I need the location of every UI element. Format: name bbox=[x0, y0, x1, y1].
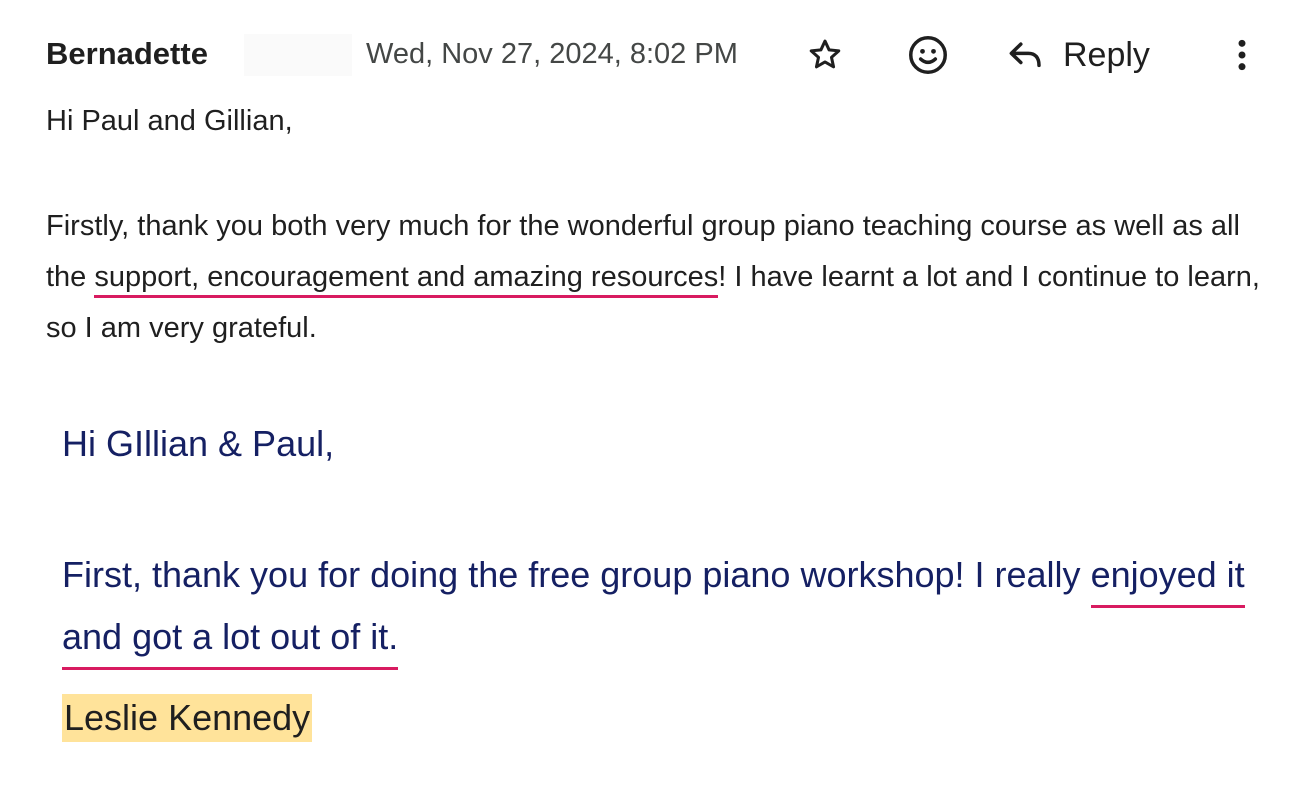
star-icon bbox=[809, 39, 841, 69]
quoted-text-start: First, thank you for doing the free grou… bbox=[62, 554, 1081, 595]
star-button[interactable] bbox=[800, 30, 850, 80]
email-paragraph: Firstly, thank you both very much for th… bbox=[46, 201, 1286, 354]
quoted-paragraph: First, thank you for doing the free grou… bbox=[62, 544, 1292, 670]
reply-label: Reply bbox=[1063, 35, 1150, 74]
highlighted-name: Leslie Kennedy bbox=[62, 694, 313, 742]
more-options-button[interactable] bbox=[1217, 30, 1267, 80]
underlined-phrase: support, encouragement and amazing resou… bbox=[94, 261, 719, 298]
email-header: Bernadette Wed, Nov 27, 2024, 8:02 PM Re… bbox=[0, 0, 1311, 110]
add-reaction-button[interactable] bbox=[903, 30, 953, 80]
emoji-icon bbox=[909, 36, 947, 74]
sender-name[interactable]: Bernadette bbox=[46, 36, 208, 72]
quoted-greeting: Hi GIllian & Paul, bbox=[62, 423, 335, 464]
email-greeting: Hi Paul and Gillian, bbox=[46, 105, 293, 137]
reply-icon bbox=[1009, 42, 1041, 68]
more-vert-icon bbox=[1238, 39, 1246, 71]
reply-button[interactable]: Reply bbox=[1005, 30, 1150, 80]
email-date: Wed, Nov 27, 2024, 8:02 PM bbox=[366, 38, 738, 70]
redacted-sender-surname bbox=[244, 34, 352, 76]
